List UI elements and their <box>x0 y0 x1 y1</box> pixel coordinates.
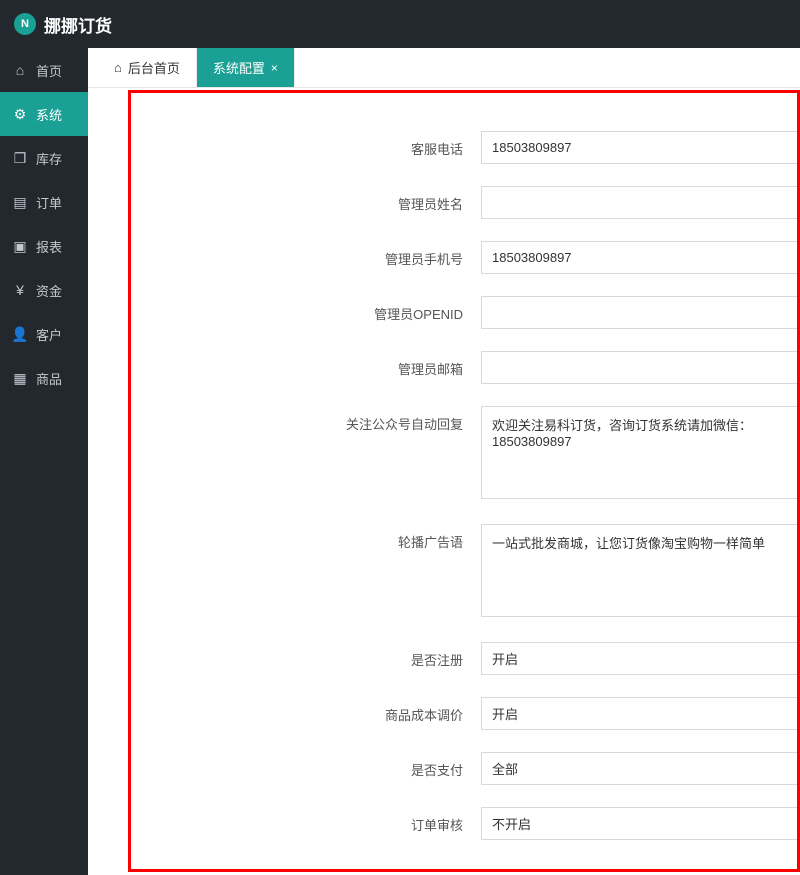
form-row: 订单审核 <box>131 807 797 840</box>
sidebar-icon: ⚙ <box>12 106 28 123</box>
topbar: N 挪挪订货 <box>0 0 800 48</box>
field-input[interactable] <box>481 241 797 274</box>
field-label: 商品成本调价 <box>131 697 481 724</box>
field-label: 是否注册 <box>131 642 481 669</box>
tab-bar: ⌂ 后台首页 系统配置 × <box>88 48 800 88</box>
tab-label: 系统配置 <box>213 58 265 77</box>
sidebar-item-2[interactable]: ❒ 库存 <box>0 136 88 180</box>
field-wrap <box>481 752 797 785</box>
app-name: 挪挪订货 <box>44 12 112 37</box>
tab-label: 后台首页 <box>128 58 180 77</box>
field-label: 客服电话 <box>131 131 481 158</box>
field-label: 轮播广告语 <box>131 524 481 551</box>
sidebar-item-label: 订单 <box>36 193 62 212</box>
field-label: 管理员邮箱 <box>131 351 481 378</box>
field-label: 管理员姓名 <box>131 186 481 213</box>
field-wrap <box>481 642 797 675</box>
field-label: 管理员手机号 <box>131 241 481 268</box>
sidebar-item-label: 系统 <box>36 105 62 124</box>
sidebar-item-label: 库存 <box>36 149 62 168</box>
form-row: 客服电话 <box>131 131 797 164</box>
sidebar: ⌂ 首页 ⚙ 系统 ❒ 库存 ▤ 订单 ▣ 报表 ¥ 资金 👤 客户 ▦ 商品 <box>0 48 88 875</box>
form-row: 是否注册 <box>131 642 797 675</box>
sidebar-icon: ¥ <box>12 282 28 298</box>
sidebar-item-3[interactable]: ▤ 订单 <box>0 180 88 224</box>
field-wrap <box>481 131 797 164</box>
content: ⌂ 后台首页 系统配置 × 客服电话管理员姓名管理员手机号管理员OPENID 管理员邮箱… <box>88 48 800 875</box>
field-label: 关注公众号自动回复 <box>131 406 481 433</box>
sidebar-item-label: 客户 <box>36 325 62 344</box>
tab-1[interactable]: 系统配置 × <box>197 48 295 87</box>
sidebar-icon: ❒ <box>12 150 28 167</box>
sidebar-item-5[interactable]: ¥ 资金 <box>0 268 88 312</box>
field-wrap <box>481 524 797 620</box>
field-input[interactable] <box>481 186 797 219</box>
field-input[interactable] <box>481 752 797 785</box>
field-input[interactable] <box>481 131 797 164</box>
field-wrap <box>481 351 797 384</box>
form-row: 管理员OPENID <box>131 296 797 329</box>
field-input[interactable] <box>481 351 797 384</box>
sidebar-icon: 👤 <box>12 326 28 343</box>
field-wrap <box>481 697 797 730</box>
form-row: 是否支付 <box>131 752 797 785</box>
sidebar-item-label: 商品 <box>36 369 62 388</box>
field-input[interactable] <box>481 524 797 617</box>
field-wrap <box>481 186 797 219</box>
field-input[interactable] <box>481 406 797 499</box>
sidebar-item-0[interactable]: ⌂ 首页 <box>0 48 88 92</box>
brand: N 挪挪订货 <box>14 12 112 37</box>
field-input[interactable] <box>481 642 797 675</box>
field-label: 订单审核 <box>131 807 481 834</box>
sidebar-icon: ⌂ <box>12 62 28 78</box>
sidebar-item-label: 报表 <box>36 237 62 256</box>
field-label: 管理员OPENID <box>131 296 481 323</box>
sidebar-item-6[interactable]: 👤 客户 <box>0 312 88 356</box>
field-label: 是否支付 <box>131 752 481 779</box>
form-row: 商品成本调价 <box>131 697 797 730</box>
sidebar-item-label: 资金 <box>36 281 62 300</box>
sidebar-item-label: 首页 <box>36 61 62 80</box>
sidebar-icon: ▦ <box>12 370 28 387</box>
field-input[interactable] <box>481 296 797 329</box>
field-wrap <box>481 241 797 274</box>
sidebar-item-1[interactable]: ⚙ 系统 <box>0 92 88 136</box>
sidebar-icon: ▣ <box>12 238 28 255</box>
form-row: 管理员邮箱 <box>131 351 797 384</box>
field-input[interactable] <box>481 807 797 840</box>
home-icon: ⌂ <box>114 60 122 75</box>
tab-0[interactable]: ⌂ 后台首页 <box>98 48 197 87</box>
field-wrap <box>481 807 797 840</box>
close-icon[interactable]: × <box>271 61 278 75</box>
form-row: 管理员姓名 <box>131 186 797 219</box>
highlight-box: 客服电话管理员姓名管理员手机号管理员OPENID 管理员邮箱关注公众号自动回复轮播… <box>128 90 800 872</box>
sidebar-icon: ▤ <box>12 194 28 211</box>
field-input[interactable] <box>481 697 797 730</box>
field-wrap <box>481 406 797 502</box>
field-wrap <box>481 296 797 329</box>
sidebar-item-4[interactable]: ▣ 报表 <box>0 224 88 268</box>
form-row: 轮播广告语 <box>131 524 797 620</box>
logo-icon: N <box>14 13 36 35</box>
sidebar-item-7[interactable]: ▦ 商品 <box>0 356 88 400</box>
form-row: 管理员手机号 <box>131 241 797 274</box>
form-row: 关注公众号自动回复 <box>131 406 797 502</box>
form-area: 客服电话管理员姓名管理员手机号管理员OPENID 管理员邮箱关注公众号自动回复轮播… <box>88 88 800 875</box>
